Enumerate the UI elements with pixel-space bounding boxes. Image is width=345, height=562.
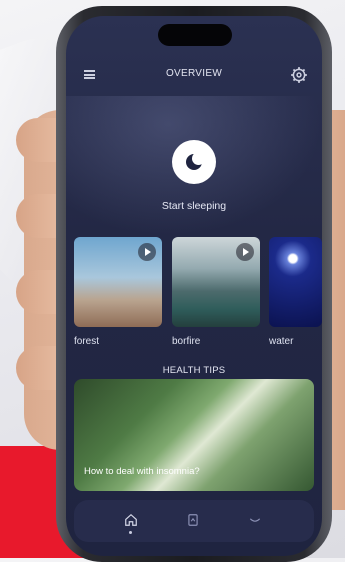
sound-card-water[interactable] (269, 237, 322, 327)
sound-card-borfire[interactable] (172, 237, 260, 327)
health-tip-card[interactable]: How to deal with insomnia? (74, 379, 314, 491)
page-title: OVERVIEW (165, 68, 223, 79)
bottom-nav (74, 500, 314, 542)
play-icon[interactable] (138, 243, 156, 261)
sound-card-forest[interactable] (74, 237, 162, 327)
journal-icon[interactable] (186, 513, 200, 527)
moon-icon (186, 152, 205, 170)
sound-label: forest (74, 336, 100, 347)
sound-label: water (269, 336, 294, 347)
home-icon[interactable] (124, 513, 138, 527)
app-header: OVERVIEW (66, 64, 322, 88)
start-sleeping-label: Start sleeping (161, 200, 227, 212)
health-tip-title: How to deal with insomnia? (84, 466, 200, 477)
active-indicator (129, 531, 132, 534)
play-icon[interactable] (236, 243, 254, 261)
start-sleeping-button[interactable] (172, 140, 216, 184)
sleep-icon[interactable] (248, 513, 262, 527)
gear-icon[interactable] (290, 66, 308, 84)
health-tips-title: HEALTH TIPS (162, 365, 226, 376)
dynamic-island (158, 24, 232, 46)
phone-screen: OVERVIEW Start sleeping forest borfire w… (66, 16, 322, 556)
sound-label: borfire (172, 336, 201, 347)
